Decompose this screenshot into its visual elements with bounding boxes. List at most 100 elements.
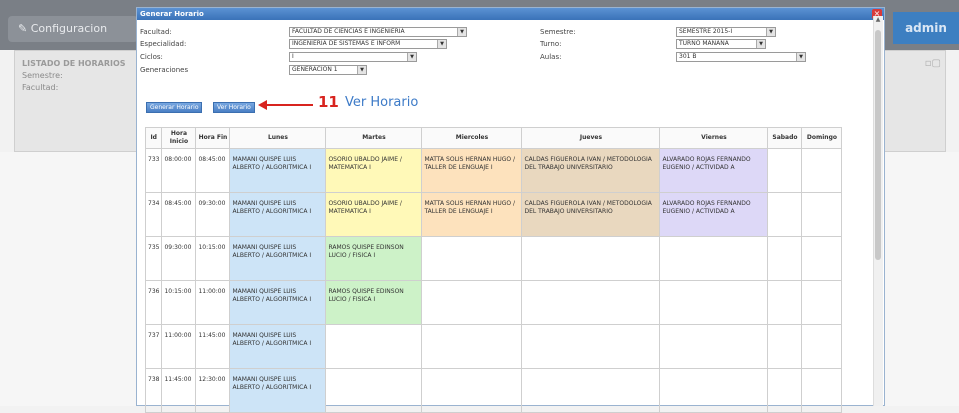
cell-jueves xyxy=(521,324,661,369)
cell-miercoles[interactable]: MATTA SOLIS HERNAN HUGO / TALLER DE LENG… xyxy=(421,148,523,193)
cell-lunes[interactable]: MAMANI QUISPE LUIS ALBERTO / ALGORITMICA… xyxy=(229,192,327,237)
cell-lunes[interactable]: MAMANI QUISPE LUIS ALBERTO / ALGORITMICA… xyxy=(229,148,327,193)
cell-martes[interactable]: RAMOS QUISPE EDINSON LUCIO / FISICA I xyxy=(325,280,423,325)
turno-select[interactable]: TURNO MAÑANA ▼ xyxy=(676,39,766,49)
scroll-up-icon[interactable]: ▲ xyxy=(874,16,882,26)
generar-horario-button[interactable]: Generar Horario xyxy=(146,102,203,113)
table-row: 736 10:15:00 11:00:00 MAMANI QUISPE LUIS AL… xyxy=(144,280,843,325)
chevron-down-icon: ▼ xyxy=(407,53,416,61)
schedule-header-row: Id Hora Inicio Hora Fin Lunes Martes Miercole… xyxy=(144,127,843,149)
column-header: Id xyxy=(144,127,163,149)
ver-horario-button[interactable]: Ver Horario xyxy=(213,102,255,113)
cell-miercoles xyxy=(421,324,523,369)
row-id: 734 xyxy=(144,192,163,237)
cell-sabado xyxy=(767,148,803,193)
generaciones-select[interactable]: GENERACION 1 ▼ xyxy=(289,65,367,75)
scrollbar-thumb[interactable] xyxy=(875,30,881,260)
row-hora-inicio: 10:15:00 xyxy=(161,280,197,325)
cell-jueves xyxy=(521,280,661,325)
row-hora-inicio: 08:45:00 xyxy=(161,192,197,237)
table-row: 733 08:00:00 08:45:00 MAMANI QUISPE LUIS AL… xyxy=(144,148,843,193)
cell-martes[interactable]: RAMOS QUISPE EDINSON LUCIO / FISICA I xyxy=(325,236,423,281)
row-id: 735 xyxy=(144,236,163,281)
chevron-down-icon: ▼ xyxy=(796,53,805,61)
cell-martes[interactable]: OSORIO UBALDO JAIME / MATEMATICA I xyxy=(325,148,423,193)
table-row: 737 11:00:00 11:45:00 MAMANI QUISPE LUIS AL… xyxy=(144,324,843,369)
cell-viernes xyxy=(659,280,769,325)
row-hora-fin: 11:45:00 xyxy=(195,324,231,369)
cell-domingo xyxy=(801,192,843,237)
cell-sabado xyxy=(767,324,803,369)
cell-jueves[interactable]: CALDAS FIGUEROLA IVAN / METODOLOGIA DEL … xyxy=(521,148,661,193)
annotation-text: Ver Horario xyxy=(345,95,419,110)
cell-sabado xyxy=(767,192,803,237)
column-header: Hora Inicio xyxy=(161,127,197,149)
cell-miercoles[interactable]: MATTA SOLIS HERNAN HUGO / TALLER DE LENG… xyxy=(421,192,523,237)
row-hora-inicio: 08:00:00 xyxy=(161,148,197,193)
cell-viernes xyxy=(659,324,769,369)
facultad-select[interactable]: FACULTAD DE CIENCIAS E INGENIERÍA ▼ xyxy=(289,27,467,37)
aulas-value: 301 B xyxy=(679,53,697,60)
row-id: 737 xyxy=(144,324,163,369)
facultad-label: Facultad: xyxy=(140,28,172,36)
ciclos-select[interactable]: I ▼ xyxy=(289,52,417,62)
cell-domingo xyxy=(801,324,843,369)
cell-viernes[interactable]: ALVARADO ROJAS FERNANDO EUGENIO / ACTIVI… xyxy=(659,192,769,237)
turno-value: TURNO MAÑANA xyxy=(679,40,729,47)
especialidad-select[interactable]: INGENIERÍA DE SISTEMAS E INFORM ▼ xyxy=(289,39,447,49)
cell-miercoles xyxy=(421,236,523,281)
config-button[interactable]: ✎ Configuracion xyxy=(8,16,138,42)
row-hora-inicio: 09:30:00 xyxy=(161,236,197,281)
column-header: Miercoles xyxy=(421,127,523,149)
schedule-table: Id Hora Inicio Hora Fin Lunes Martes Miercole… xyxy=(144,127,843,413)
ciclos-value: I xyxy=(292,53,294,60)
chevron-down-icon: ▼ xyxy=(766,28,775,36)
turno-label: Turno: xyxy=(540,40,562,48)
cell-miercoles xyxy=(421,280,523,325)
admin-button[interactable]: admin xyxy=(893,12,959,44)
generaciones-value: GENERACION 1 xyxy=(292,66,338,73)
dialog-title: Generar Horario xyxy=(137,8,884,20)
row-hora-fin: 11:00:00 xyxy=(195,280,231,325)
cell-martes[interactable]: OSORIO UBALDO JAIME / MATEMATICA I xyxy=(325,192,423,237)
especialidad-value: INGENIERÍA DE SISTEMAS E INFORM xyxy=(292,40,401,47)
especialidad-label: Especialidad: xyxy=(140,40,187,48)
cell-sabado xyxy=(767,280,803,325)
schedule-body: 733 08:00:00 08:45:00 MAMANI QUISPE LUIS AL… xyxy=(144,148,843,413)
chevron-down-icon: ▼ xyxy=(357,66,366,74)
chevron-down-icon: ▼ xyxy=(756,40,765,48)
row-id: 736 xyxy=(144,280,163,325)
aulas-select[interactable]: 301 B ▼ xyxy=(676,52,806,62)
config-label: Configuracion xyxy=(30,22,108,35)
cell-domingo xyxy=(801,280,843,325)
ciclos-label: Ciclos: xyxy=(140,53,163,61)
listado-info: LISTADO DE HORARIOS Semestre: Facultad: xyxy=(22,58,126,94)
semestre-label: Semestre: xyxy=(540,28,576,36)
column-header: Hora Fin xyxy=(195,127,231,149)
table-row: 734 08:45:00 09:30:00 MAMANI QUISPE LUIS AL… xyxy=(144,192,843,237)
cell-domingo xyxy=(801,148,843,193)
column-header: Martes xyxy=(325,127,423,149)
cell-jueves[interactable]: CALDAS FIGUEROLA IVAN / METODOLOGIA DEL … xyxy=(521,192,661,237)
annotation-arrow xyxy=(265,104,313,106)
row-hora-fin: 09:30:00 xyxy=(195,192,231,237)
semestre-select[interactable]: SEMESTRE 2015-I ▼ xyxy=(676,27,776,37)
table-row: 735 09:30:00 10:15:00 MAMANI QUISPE LUIS AL… xyxy=(144,236,843,281)
listado-semestre-label: Semestre: xyxy=(22,71,63,80)
column-header: Jueves xyxy=(521,127,661,149)
cell-lunes[interactable]: MAMANI QUISPE LUIS ALBERTO / ALGORITMICA… xyxy=(229,280,327,325)
row-hora-fin: 08:45:00 xyxy=(195,148,231,193)
cell-jueves xyxy=(521,236,661,281)
row-id: 733 xyxy=(144,148,163,193)
cell-lunes[interactable]: MAMANI QUISPE LUIS ALBERTO / ALGORITMICA… xyxy=(229,324,327,369)
row-hora-fin: 10:15:00 xyxy=(195,236,231,281)
annotation-number: 11 xyxy=(318,93,339,111)
cell-lunes[interactable]: MAMANI QUISPE LUIS ALBERTO / ALGORITMICA… xyxy=(229,236,327,281)
cell-viernes[interactable]: ALVARADO ROJAS FERNANDO EUGENIO / ACTIVI… xyxy=(659,148,769,193)
listado-title: LISTADO DE HORARIOS xyxy=(22,59,126,68)
chevron-down-icon: ▼ xyxy=(437,40,446,48)
aulas-label: Aulas: xyxy=(540,53,562,61)
facultad-value: FACULTAD DE CIENCIAS E INGENIERÍA xyxy=(292,28,405,35)
column-header: Viernes xyxy=(659,127,769,149)
panel-icon[interactable]: ▫▢ xyxy=(925,58,941,69)
